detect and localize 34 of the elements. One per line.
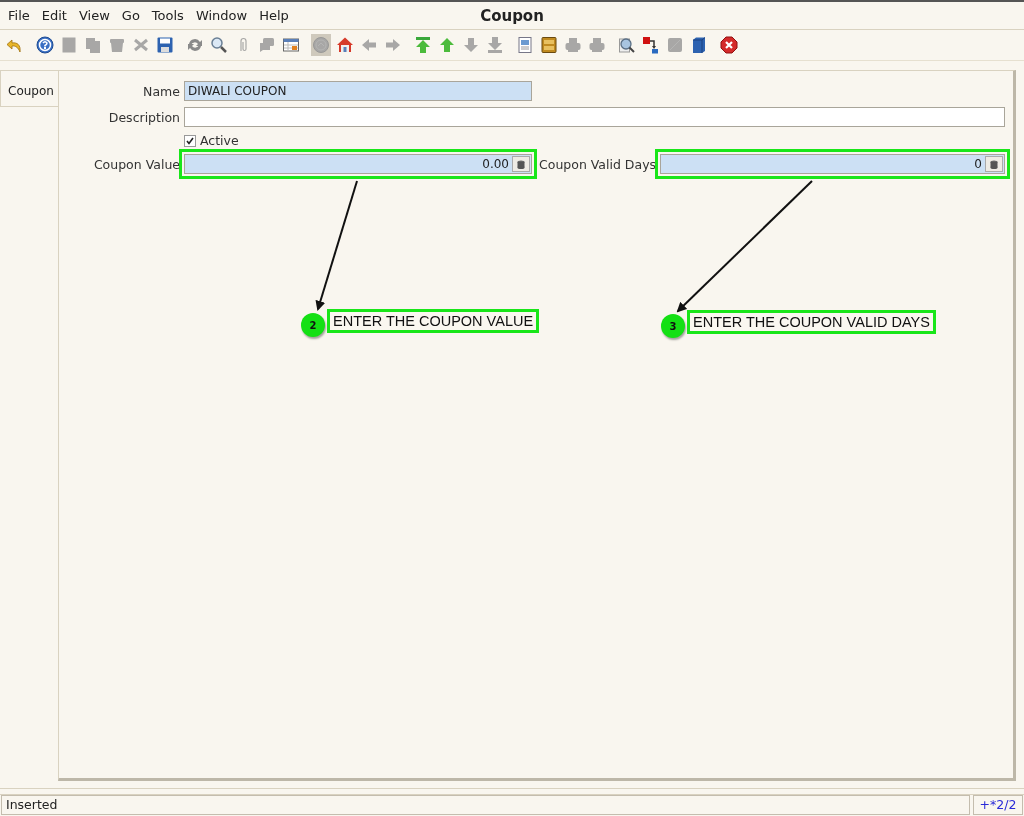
help-icon[interactable]	[35, 34, 55, 56]
text-field[interactable]	[184, 107, 1005, 127]
record-counter[interactable]: +*2/2	[973, 795, 1023, 815]
menu-item[interactable]: View	[72, 8, 116, 23]
cylinder-icon	[517, 159, 525, 169]
calculator-button[interactable]	[985, 156, 1003, 172]
annotation-label: ENTER THE COUPON VALUE	[327, 309, 540, 333]
report-page-icon[interactable]	[515, 34, 535, 56]
tab[interactable]: Coupon	[0, 70, 58, 107]
arrow-up-to-bar-icon[interactable]	[413, 34, 433, 56]
number-field[interactable]: 0	[660, 154, 1005, 174]
menu-item[interactable]: Tools	[145, 8, 190, 23]
annotation-label: ENTER THE COUPON VALID DAYS	[687, 310, 936, 334]
cabinet-icon[interactable]	[539, 34, 559, 56]
field-label: Coupon Value	[92, 156, 180, 172]
field-label: Coupon Valid Days	[539, 156, 657, 172]
cylinder-icon	[990, 159, 998, 169]
text-field[interactable]: DIWALI COUPON	[184, 81, 532, 101]
flow-diagram-icon[interactable]	[641, 34, 661, 56]
status-message: Inserted	[1, 795, 970, 815]
checkbox[interactable]	[184, 134, 196, 147]
checkbox-label: Active	[200, 133, 239, 148]
field-label: Name	[142, 83, 180, 99]
window-title: Coupon	[480, 6, 544, 25]
checkmark-icon	[186, 136, 194, 145]
menu-item[interactable]: Edit	[35, 8, 73, 23]
menu-item[interactable]: Window	[189, 8, 254, 23]
menu-item[interactable]: Help	[253, 8, 295, 23]
number-field[interactable]: 0.00	[184, 154, 532, 174]
calculator-button[interactable]	[512, 156, 530, 172]
menu-item[interactable]: Go	[115, 8, 146, 23]
field-label: Description	[107, 109, 180, 125]
menu-item[interactable]: File	[2, 8, 36, 23]
close-icon[interactable]	[719, 34, 739, 56]
